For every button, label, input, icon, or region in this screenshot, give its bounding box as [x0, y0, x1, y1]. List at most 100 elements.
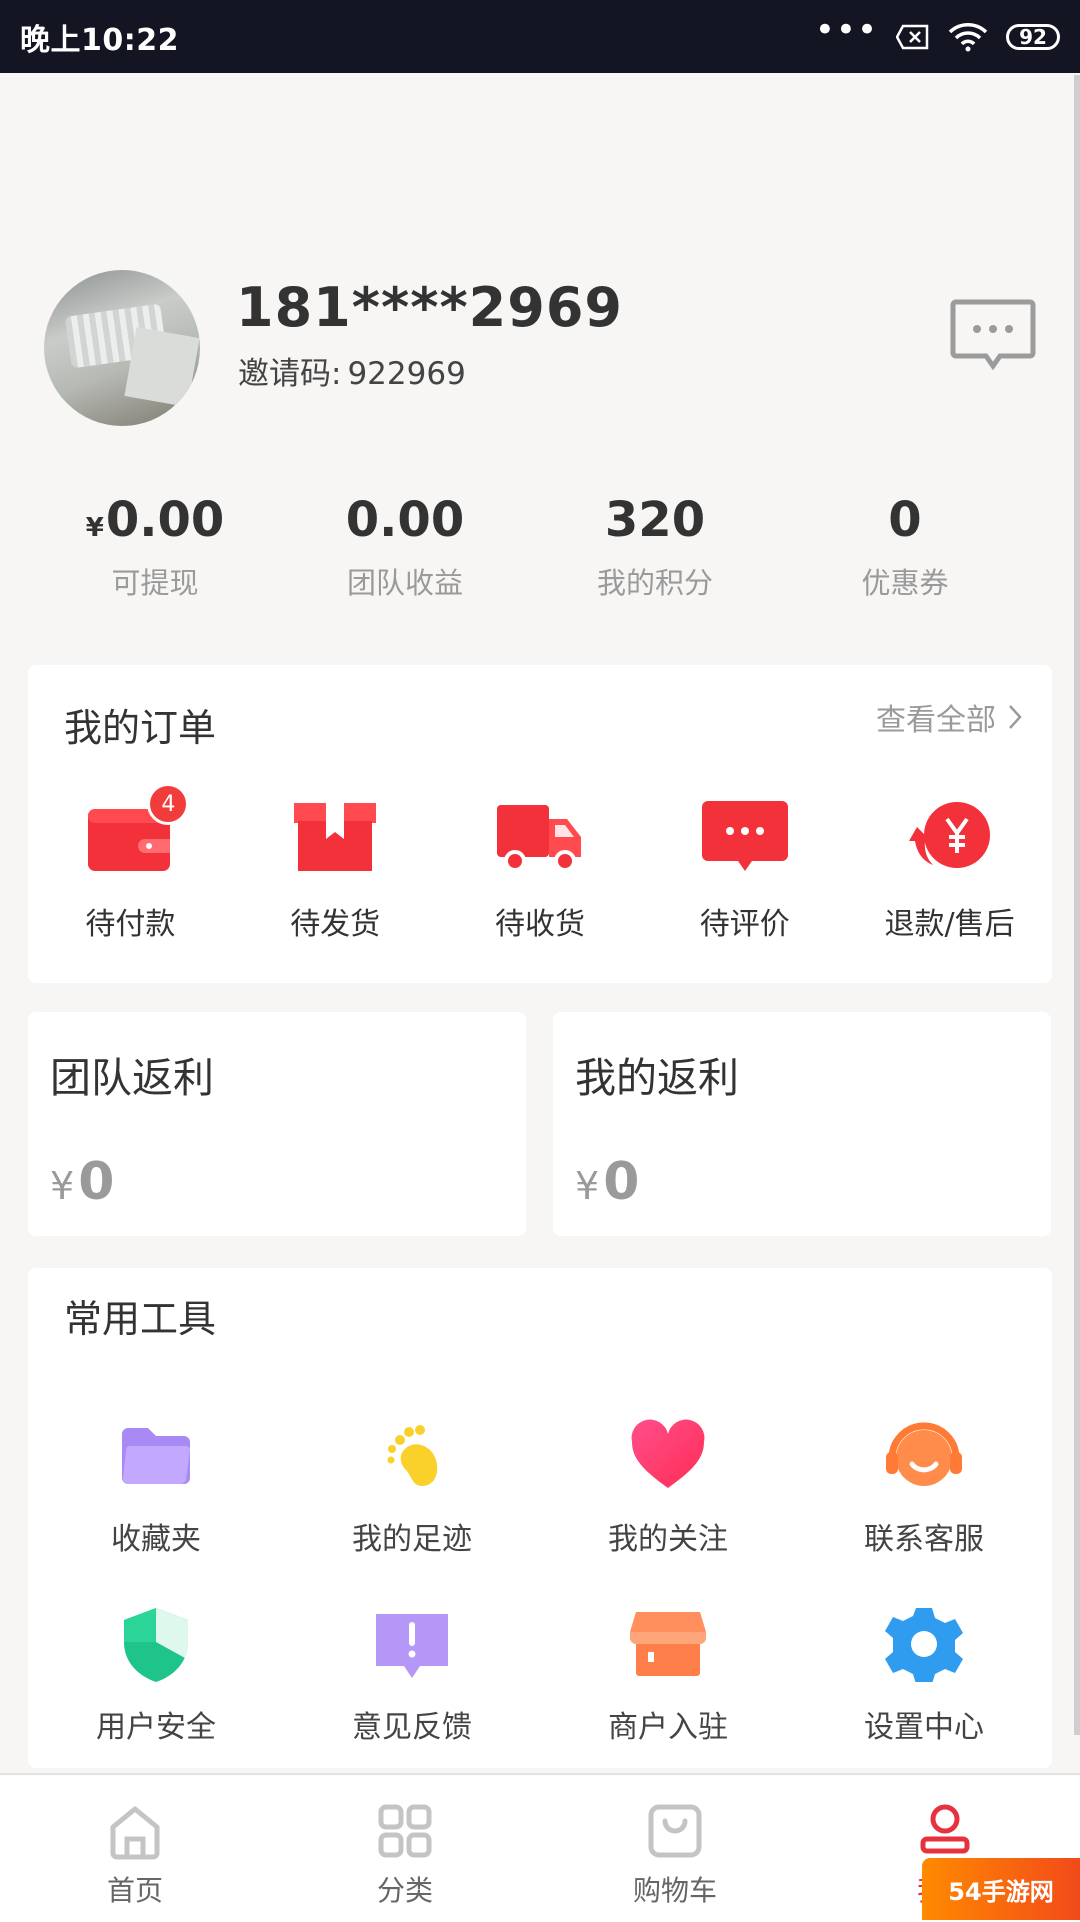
orders-title: 我的订单 [64, 706, 217, 750]
bottom-nav: 首页 分类 购物车 我的 [0, 1773, 1080, 1922]
tool-label: 意见反馈 [352, 1710, 472, 1745]
team-rebate-value: 0 [78, 1152, 115, 1212]
order-label: 待评价 [699, 907, 790, 942]
chat-bubble-icon [700, 795, 790, 877]
order-refund-aftersale[interactable]: 退款/售后 [847, 795, 1052, 943]
tools-grid: 收藏夹 我的足迹 我的关注 联系客服 用户安全 意见反馈 商户入驻 设置中心 [28, 1418, 1052, 1794]
order-count-badge: 4 [147, 783, 190, 825]
tool-label: 设置中心 [864, 1710, 984, 1745]
tool-label: 用户安全 [96, 1710, 216, 1745]
tool-customer-service[interactable]: 联系客服 [796, 1418, 1052, 1606]
stat-value: 0.00 [345, 492, 465, 548]
stat-label: 可提现 [111, 566, 199, 600]
tool-merchant-onboarding[interactable]: 商户入驻 [540, 1606, 796, 1794]
my-rebate-card[interactable]: 我的返利 ¥0 [553, 1012, 1051, 1236]
grid-icon [378, 1804, 432, 1858]
nav-label: 购物车 [632, 1874, 717, 1907]
currency-symbol: ¥ [85, 513, 104, 543]
status-bar: 晚上10:22 ••• 92 [0, 0, 1080, 73]
stat-label: 团队收益 [346, 566, 463, 600]
nav-label: 分类 [376, 1874, 433, 1907]
avatar[interactable] [44, 270, 200, 426]
sim-card-icon [896, 24, 929, 49]
currency-symbol: ¥ [50, 1164, 75, 1208]
team-rebate-title: 团队返利 [50, 1054, 214, 1102]
nav-label: 首页 [106, 1874, 163, 1907]
heart-icon [631, 1419, 705, 1488]
tool-label: 商户入驻 [608, 1710, 728, 1745]
my-rebate-amount: ¥0 [575, 1152, 639, 1212]
order-pending-review[interactable]: 待评价 [642, 795, 847, 943]
tools-card: 常用工具 收藏夹 我的足迹 我的关注 联系客服 用户安全 意见反馈 商户入驻 设… [28, 1268, 1052, 1768]
orders-card: 我的订单 查看全部 4 待付款 待发货 待收货 待评价 退款/售后 [28, 665, 1052, 983]
wifi-icon [948, 22, 988, 51]
stat-value: 320 [604, 492, 706, 548]
tool-feedback[interactable]: 意见反馈 [284, 1606, 540, 1794]
order-pending-shipment[interactable]: 待发货 [233, 795, 438, 943]
stat-label: 优惠券 [861, 566, 949, 600]
stat-team-earnings[interactable]: 0.00 团队收益 [280, 490, 530, 610]
order-pending-receipt[interactable]: 待收货 [438, 795, 643, 943]
order-pending-payment[interactable]: 4 待付款 [28, 783, 233, 943]
stat-number: 0.00 [105, 492, 225, 548]
currency-symbol: ¥ [575, 1164, 600, 1208]
order-label: 待收货 [494, 907, 585, 942]
my-rebate-value: 0 [603, 1152, 640, 1212]
tool-label: 我的关注 [608, 1522, 728, 1557]
team-rebate-amount: ¥0 [50, 1152, 114, 1212]
status-icons: ••• 92 [815, 13, 1060, 52]
cart-icon [648, 1804, 702, 1858]
stat-label: 我的积分 [596, 566, 713, 600]
message-icon [950, 299, 1036, 371]
tool-label: 收藏夹 [111, 1522, 201, 1557]
site-watermark: 54手游网 [922, 1858, 1080, 1920]
order-label: 待付款 [85, 907, 176, 942]
tool-favorites[interactable]: 收藏夹 [28, 1418, 284, 1606]
invite-code-label: 邀请码: [238, 356, 342, 392]
store-icon [630, 1612, 706, 1676]
stat-coupons[interactable]: 0 优惠券 [780, 490, 1030, 610]
order-label: 退款/售后 [884, 907, 1015, 942]
user-icon [920, 1804, 970, 1854]
shield-icon [124, 1608, 188, 1682]
wallet-icon: 4 [85, 783, 190, 877]
gear-icon [885, 1608, 963, 1682]
stat-withdrawable[interactable]: ¥0.00 可提现 [30, 490, 280, 610]
tool-following[interactable]: 我的关注 [540, 1418, 796, 1606]
stat-points[interactable]: 320 我的积分 [530, 490, 780, 610]
tool-label: 我的足迹 [352, 1522, 472, 1557]
order-label: 待发货 [290, 907, 381, 942]
chevron-right-icon [1009, 705, 1022, 729]
status-time: 晚上10:22 [20, 22, 179, 58]
tool-footprints[interactable]: 我的足迹 [284, 1418, 540, 1606]
avatar-paper-photo [124, 326, 200, 408]
my-rebate-title: 我的返利 [575, 1054, 739, 1102]
stat-value: ¥0.00 [30, 490, 280, 550]
tool-settings[interactable]: 设置中心 [796, 1606, 1052, 1794]
folder-icon [122, 1428, 190, 1485]
stats-row: ¥0.00 可提现 0.00 团队收益 320 我的积分 0 优惠券 [0, 490, 1030, 610]
home-icon [110, 1806, 160, 1860]
message-button[interactable] [950, 298, 1036, 371]
headset-icon [886, 1422, 962, 1486]
order-status-row: 4 待付款 待发货 待收货 待评价 退款/售后 [28, 783, 1052, 943]
feedback-icon [376, 1614, 448, 1678]
view-all-orders-link[interactable]: 查看全部 [876, 695, 1022, 739]
invite-code-row: 邀请码: 922969 [238, 348, 466, 393]
scrollbar[interactable] [1074, 75, 1080, 1735]
box-icon [290, 795, 380, 877]
invite-code-value: 922969 [347, 356, 466, 392]
user-phone: 181****2969 [236, 276, 623, 339]
team-rebate-card[interactable]: 团队返利 ¥0 [28, 1012, 526, 1236]
stat-value: 0 [888, 492, 922, 548]
nav-home[interactable]: 首页 [0, 1775, 270, 1922]
tool-account-security[interactable]: 用户安全 [28, 1606, 284, 1794]
tool-label: 联系客服 [864, 1522, 984, 1557]
refund-icon [905, 795, 995, 877]
tools-title: 常用工具 [64, 1297, 217, 1341]
nav-categories[interactable]: 分类 [270, 1775, 540, 1922]
nav-cart[interactable]: 购物车 [540, 1775, 810, 1922]
truck-icon [495, 795, 585, 877]
footprint-icon [387, 1425, 438, 1486]
view-all-label: 查看全部 [876, 703, 996, 738]
